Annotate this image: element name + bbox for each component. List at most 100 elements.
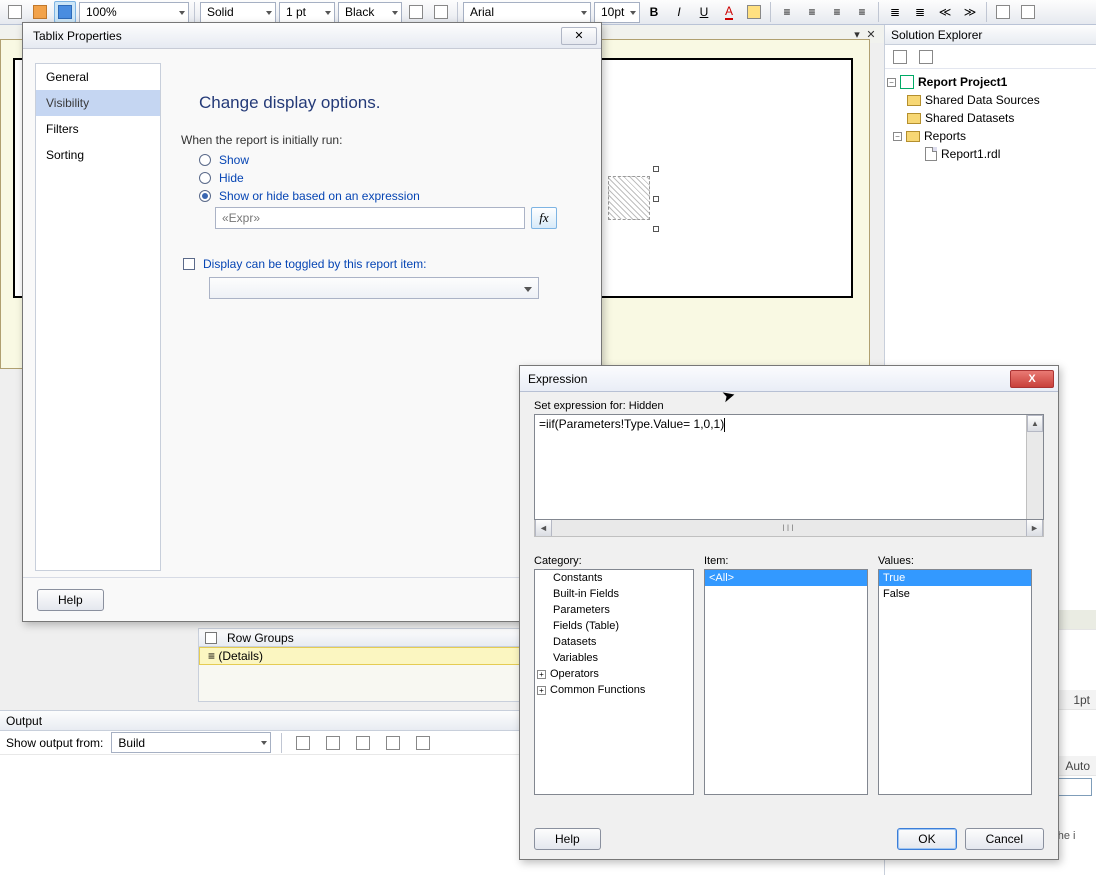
- dialog-titlebar[interactable]: Tablix Properties ✕: [23, 23, 601, 49]
- groups-icon: [205, 632, 217, 644]
- outdent-icon[interactable]: ≪: [934, 1, 956, 23]
- close-button[interactable]: ✕: [561, 27, 597, 45]
- output-wordwrap-icon[interactable]: [412, 732, 434, 754]
- shared-datasets-label: Shared Datasets: [925, 111, 1014, 125]
- align-center-icon[interactable]: ≡: [801, 1, 823, 23]
- output-title: Output: [6, 714, 42, 728]
- props-auto: Auto: [1065, 759, 1090, 773]
- radio-show[interactable]: [199, 154, 211, 166]
- expand-icon[interactable]: +: [537, 670, 546, 679]
- font-combo[interactable]: Arial: [463, 2, 591, 23]
- collapse-icon[interactable]: −: [887, 78, 896, 87]
- values-label: Values:: [878, 555, 1032, 567]
- close-button[interactable]: X: [1010, 370, 1054, 388]
- fx-button[interactable]: fx: [531, 207, 557, 229]
- horizontal-scrollbar[interactable]: ◄ III ►: [534, 520, 1044, 537]
- shared-datasets-node[interactable]: Shared Datasets: [887, 109, 1094, 127]
- align-left-icon[interactable]: ≡: [776, 1, 798, 23]
- cat-builtin[interactable]: Built-in Fields: [535, 586, 693, 602]
- list-bullet-icon[interactable]: ≣: [909, 1, 931, 23]
- align-right-icon[interactable]: ≡: [826, 1, 848, 23]
- indent-icon[interactable]: ≫: [959, 1, 981, 23]
- report-icon[interactable]: [4, 1, 26, 23]
- initial-run-label: When the report is initially run:: [181, 133, 585, 147]
- rdl-file-icon: [925, 147, 937, 161]
- cat-datasets[interactable]: Datasets: [535, 634, 693, 650]
- split-icon[interactable]: [1017, 1, 1039, 23]
- toggle-checkbox[interactable]: [183, 258, 195, 270]
- lineweight-combo[interactable]: 1 pt: [279, 2, 335, 23]
- linestyle-combo[interactable]: Solid: [200, 2, 276, 23]
- radio-expression[interactable]: [199, 190, 211, 202]
- output-source-combo[interactable]: Build: [111, 732, 271, 753]
- zoom-combo[interactable]: 100%: [79, 2, 189, 23]
- scroll-right-icon[interactable]: ►: [1026, 520, 1043, 536]
- output-next-icon[interactable]: [352, 732, 374, 754]
- expression-input[interactable]: «Expr»: [215, 207, 525, 229]
- category-list[interactable]: Constants Built-in Fields Parameters Fie…: [534, 569, 694, 795]
- item-all[interactable]: <All>: [705, 570, 867, 586]
- scroll-left-icon[interactable]: ◄: [535, 520, 552, 536]
- cat-common-functions[interactable]: +Common Functions: [535, 682, 693, 698]
- help-button[interactable]: Help: [37, 589, 104, 611]
- italic-button[interactable]: I: [668, 1, 690, 23]
- expression-placeholder: «Expr»: [222, 211, 260, 225]
- output-clear-icon[interactable]: [382, 732, 404, 754]
- collapse-icon[interactable]: −: [893, 132, 902, 141]
- cat-variables[interactable]: Variables: [535, 650, 693, 666]
- fontcolor-button[interactable]: A: [718, 1, 740, 23]
- shared-data-sources-node[interactable]: Shared Data Sources: [887, 91, 1094, 109]
- radio-expr-row[interactable]: Show or hide based on an expression: [199, 189, 585, 203]
- scroll-up-icon[interactable]: ▲: [1027, 415, 1043, 432]
- borderstyle-icon[interactable]: [430, 1, 452, 23]
- ruler-toggle-icon[interactable]: [54, 1, 76, 23]
- ok-button[interactable]: OK: [897, 828, 956, 850]
- project-node[interactable]: − Report Project1: [887, 73, 1094, 91]
- values-list[interactable]: True False: [878, 569, 1032, 795]
- radio-hide-row[interactable]: Hide: [199, 171, 585, 185]
- category-column: Category: Constants Built-in Fields Para…: [534, 555, 694, 795]
- nav-visibility[interactable]: Visibility: [36, 90, 160, 116]
- report-file-label: Report1.rdl: [941, 147, 1000, 161]
- radio-hide[interactable]: [199, 172, 211, 184]
- expression-textarea[interactable]: =iif(Parameters!Type.Value= 1,0,1) ▲: [534, 414, 1044, 520]
- project-label: Report Project1: [918, 75, 1007, 89]
- showall-icon[interactable]: [915, 46, 937, 68]
- linecolor-combo[interactable]: Black: [338, 2, 402, 23]
- toggle-label: Display can be toggled by this report it…: [203, 257, 426, 271]
- toggle-item-combo[interactable]: [209, 277, 539, 299]
- radio-show-row[interactable]: Show: [199, 153, 585, 167]
- output-prev-icon[interactable]: [322, 732, 344, 754]
- reports-folder-node[interactable]: − Reports: [887, 127, 1094, 145]
- fillcolor-button[interactable]: [743, 1, 765, 23]
- scroll-thumb[interactable]: III: [552, 520, 1026, 536]
- fontsize-combo[interactable]: 10pt: [594, 2, 640, 23]
- list-num-icon[interactable]: ≣: [884, 1, 906, 23]
- vertical-scrollbar[interactable]: ▲: [1026, 415, 1043, 519]
- open-icon[interactable]: [29, 1, 51, 23]
- bordercolor-icon[interactable]: [405, 1, 427, 23]
- value-false[interactable]: False: [879, 586, 1031, 602]
- nav-general[interactable]: General: [36, 64, 160, 90]
- report-file-node[interactable]: Report1.rdl: [887, 145, 1094, 163]
- value-true[interactable]: True: [879, 570, 1031, 586]
- output-find-icon[interactable]: [292, 732, 314, 754]
- bold-button[interactable]: B: [643, 1, 665, 23]
- item-list[interactable]: <All>: [704, 569, 868, 795]
- nav-filters[interactable]: Filters: [36, 116, 160, 142]
- expand-icon[interactable]: +: [537, 686, 546, 695]
- dialog-titlebar[interactable]: Expression X: [520, 366, 1058, 392]
- nav-sorting[interactable]: Sorting: [36, 142, 160, 168]
- cat-constants[interactable]: Constants: [535, 570, 693, 586]
- values-column: Values: True False: [878, 555, 1032, 795]
- merge-icon[interactable]: [992, 1, 1014, 23]
- align-justify-icon[interactable]: ≡: [851, 1, 873, 23]
- cat-operators[interactable]: +Operators: [535, 666, 693, 682]
- cat-fields[interactable]: Fields (Table): [535, 618, 693, 634]
- help-button[interactable]: Help: [534, 828, 601, 850]
- show-output-label: Show output from:: [6, 736, 103, 750]
- cancel-button[interactable]: Cancel: [965, 828, 1044, 850]
- refresh-icon[interactable]: [889, 46, 911, 68]
- cat-parameters[interactable]: Parameters: [535, 602, 693, 618]
- underline-button[interactable]: U: [693, 1, 715, 23]
